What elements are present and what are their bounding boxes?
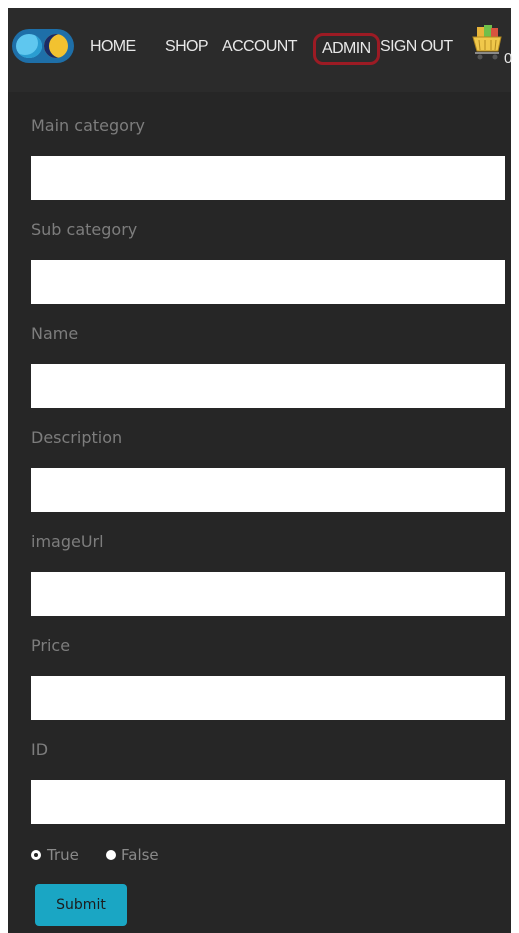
main-category-input[interactable] xyxy=(31,156,505,200)
true-radio-label[interactable]: True xyxy=(47,846,79,864)
toggle-logo-icon[interactable] xyxy=(12,29,74,63)
id-input[interactable] xyxy=(31,780,505,824)
navbar: HOME SHOP ACCOUNT ADMIN SIGN OUT 0 xyxy=(8,8,513,92)
logo-left-knob xyxy=(16,34,42,58)
cart-count-badge: 0 xyxy=(504,50,513,67)
sub-category-label: Sub category xyxy=(31,220,138,239)
name-input[interactable] xyxy=(31,364,505,408)
true-radio[interactable] xyxy=(31,850,41,860)
false-radio-label[interactable]: False xyxy=(121,846,159,864)
nav-shop-link[interactable]: SHOP xyxy=(165,37,209,57)
page-frame: HOME SHOP ACCOUNT ADMIN SIGN OUT 0 Main … xyxy=(8,8,513,933)
name-label: Name xyxy=(31,324,79,343)
price-input[interactable] xyxy=(31,676,505,720)
false-radio[interactable] xyxy=(106,850,116,860)
price-label: Price xyxy=(31,636,71,655)
shopping-cart-icon[interactable] xyxy=(471,24,503,60)
image-url-input[interactable] xyxy=(31,572,505,616)
sub-category-input[interactable] xyxy=(31,260,505,304)
id-label: ID xyxy=(31,740,49,759)
submit-button[interactable]: Submit xyxy=(35,884,127,926)
nav-admin-link[interactable]: ADMIN xyxy=(313,33,380,65)
image-url-label: imageUrl xyxy=(31,532,104,551)
nav-sign-out-link[interactable]: SIGN OUT xyxy=(380,37,453,57)
main-category-label: Main category xyxy=(31,116,145,135)
nav-account-link[interactable]: ACCOUNT xyxy=(222,37,298,57)
logo-right-knob xyxy=(44,34,68,58)
nav-home-link[interactable]: HOME xyxy=(90,37,136,57)
description-input[interactable] xyxy=(31,468,505,512)
description-label: Description xyxy=(31,428,123,447)
